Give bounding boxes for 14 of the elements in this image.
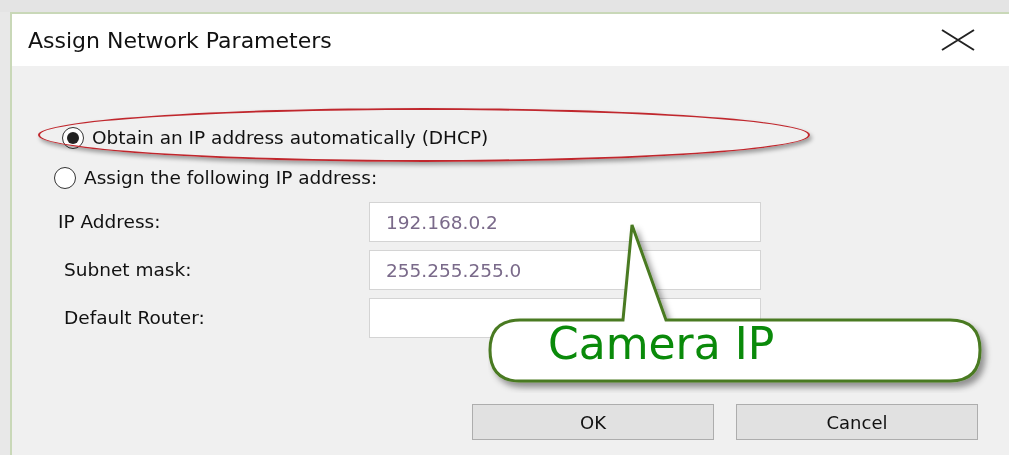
field-label: IP Address: [57,210,162,235]
ok-button[interactable]: OK [472,404,714,440]
cancel-button[interactable]: Cancel [736,404,978,440]
input-field[interactable]: 192.168.0.2 [369,202,761,242]
radio-button[interactable] [54,167,76,189]
window-title: Assign Network Parameters [28,26,332,55]
radio-label[interactable]: Obtain an IP address automatically (DHCP) [92,124,489,152]
field-label: Default Router: [63,306,206,331]
radio-button[interactable] [62,127,84,149]
input-field[interactable]: 255.255.255.0 [369,250,761,290]
callout-text: Camera IP [548,322,775,366]
close-icon[interactable] [941,29,975,51]
field-label: Subnet mask: [63,258,193,283]
radio-label[interactable]: Assign the following IP address: [84,164,378,192]
